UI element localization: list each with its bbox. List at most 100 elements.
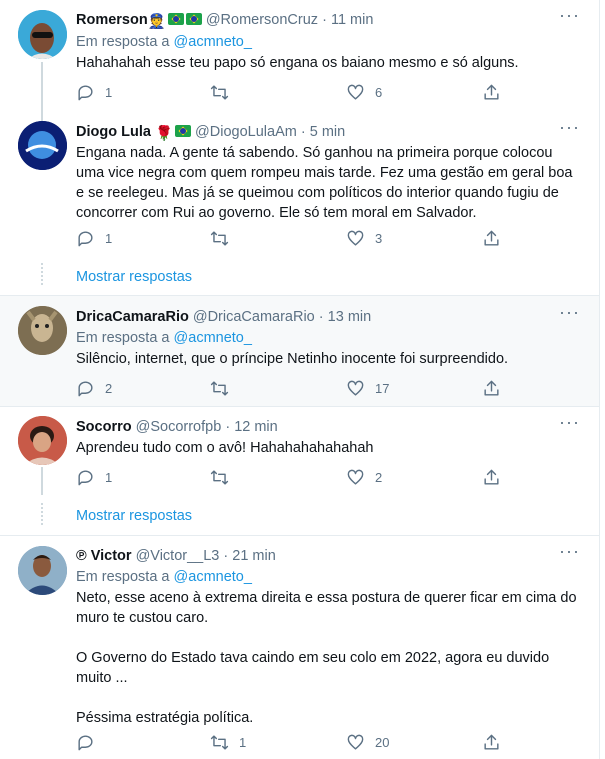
tweet-text-line: Hahahahah esse teu papo só engana os bai… — [76, 55, 519, 71]
display-name[interactable]: Romerson — [76, 12, 148, 28]
heart-icon — [347, 734, 364, 750]
share-button[interactable] — [482, 227, 501, 249]
heart-icon — [347, 380, 364, 396]
police-officer-icon: 👮 — [147, 14, 166, 30]
avatar[interactable] — [18, 306, 67, 355]
like-count: 20 — [375, 734, 390, 750]
share-button[interactable] — [482, 466, 501, 488]
retweet-icon — [210, 230, 229, 246]
more-options-icon[interactable]: ··· — [559, 303, 579, 325]
reply-button[interactable]: 1 — [76, 466, 112, 488]
share-button[interactable] — [482, 377, 501, 399]
reply-icon — [78, 469, 93, 485]
reply-mention-link[interactable]: @acmneto_ — [174, 330, 252, 346]
thread-line — [41, 467, 43, 495]
avatar-photo — [18, 10, 67, 59]
like-button[interactable]: 17 — [346, 377, 389, 399]
reply-button[interactable]: 1 — [76, 81, 112, 103]
reply-button[interactable]: 2 — [76, 377, 112, 399]
reply-button[interactable]: 1 — [76, 227, 112, 249]
share-button[interactable] — [482, 731, 501, 753]
show-replies-link[interactable]: Mostrar respostas — [76, 508, 192, 524]
avatar[interactable] — [18, 10, 67, 59]
reply-mention-link[interactable]: @acmneto_ — [174, 34, 252, 50]
reply-mention-link[interactable]: @acmneto_ — [174, 569, 252, 585]
thread-line — [41, 113, 43, 121]
separator: · — [223, 548, 229, 564]
handle[interactable]: @RomersonCruz — [206, 12, 318, 28]
more-options-icon[interactable]: ··· — [559, 6, 579, 28]
tweet-text-line: Silêncio, internet, que o príncipe Netin… — [76, 351, 509, 367]
separator: · — [322, 12, 327, 28]
like-button[interactable]: 20 — [346, 731, 389, 753]
like-button[interactable]: 3 — [346, 227, 382, 249]
display-name[interactable]: Diogo Lula — [76, 124, 151, 140]
tweet-text-line: O Governo do Estado tava caindo em seu c… — [76, 650, 550, 666]
tweet-text-line: muito ... — [76, 670, 128, 686]
reply-icon — [78, 380, 93, 396]
avatar[interactable] — [18, 121, 67, 170]
retweet-button[interactable]: 1 — [210, 731, 246, 753]
tweet-text-blank — [76, 688, 588, 708]
show-replies-link[interactable]: Mostrar respostas — [76, 269, 192, 285]
retweet-icon — [210, 469, 229, 485]
tweet-text-line: Engana nada. A gente tá sabendo. Só ganh… — [76, 145, 553, 161]
display-name[interactable]: DricaCamaraRio — [76, 309, 189, 325]
timestamp[interactable]: 11 min — [331, 12, 373, 28]
more-options-icon[interactable]: ··· — [559, 118, 579, 140]
tweet-dricacamarario[interactable]: DricaCamaraRio @DricaCamaraRio · 13 min … — [0, 296, 600, 406]
separator: · — [300, 124, 306, 140]
like-count: 17 — [375, 380, 390, 396]
timestamp[interactable]: 13 min — [328, 309, 372, 325]
retweet-button[interactable] — [210, 466, 239, 488]
reply-count: 1 — [105, 84, 113, 100]
more-options-icon[interactable]: ··· — [559, 413, 579, 435]
handle[interactable]: @DricaCamaraRio — [193, 309, 315, 325]
tweet-text: Engana nada. A gente tá sabendo. Só ganh… — [76, 143, 588, 223]
reply-prefix: Em resposta a — [76, 330, 170, 346]
display-name[interactable]: ℗ Victor — [76, 548, 132, 564]
reply-button[interactable] — [76, 731, 105, 753]
reply-icon — [78, 734, 93, 750]
retweet-icon — [210, 734, 229, 750]
display-name[interactable]: Socorro — [76, 419, 132, 435]
tweet-text: Hahahahah esse teu papo só engana os bai… — [76, 53, 588, 73]
retweet-button[interactable] — [210, 227, 239, 249]
tweet-actions: 1 2 — [76, 466, 506, 488]
tweet-text-line: muro te custou caro. — [76, 610, 209, 626]
timestamp[interactable]: 5 min — [310, 124, 345, 140]
reply-icon — [78, 84, 93, 100]
tweet-socorro[interactable]: Socorro @Socorrofpb · 12 min ··· Aprende… — [0, 407, 600, 535]
like-count: 2 — [375, 469, 383, 485]
handle[interactable]: @Victor__L3 — [136, 548, 220, 564]
more-options-icon[interactable]: ··· — [559, 542, 579, 564]
timestamp[interactable]: 21 min — [232, 548, 276, 564]
share-button[interactable] — [482, 81, 501, 103]
like-button[interactable]: 6 — [346, 81, 382, 103]
heart-icon — [347, 230, 364, 246]
avatar[interactable] — [18, 546, 67, 595]
handle[interactable]: @Socorrofpb — [136, 419, 222, 435]
separator: · — [318, 309, 324, 325]
avatar[interactable] — [18, 416, 67, 465]
reply-count: 1 — [105, 469, 113, 485]
tweet-actions: 1 6 — [76, 81, 506, 103]
reply-count: 1 — [105, 230, 113, 246]
retweet-button[interactable] — [210, 377, 239, 399]
tweet-victor[interactable]: ℗ Victor @Victor__L3 · 21 min ··· Em res… — [0, 536, 600, 759]
retweet-button[interactable] — [210, 81, 239, 103]
handle[interactable]: @DiogoLulaAm — [195, 124, 297, 140]
avatar-photo — [18, 546, 67, 595]
retweet-icon — [210, 380, 229, 396]
avatar-photo — [18, 121, 67, 170]
share-icon — [484, 84, 499, 100]
like-button[interactable]: 2 — [346, 466, 382, 488]
brazil-flag-icon — [175, 125, 192, 137]
tweet-text: Neto, esse aceno à extrema direita e ess… — [76, 588, 588, 728]
share-icon — [484, 230, 499, 246]
tweet-text-line: Péssima estratégia política. — [76, 710, 254, 726]
tweet-romerson[interactable]: Romerson👮 @RomersonCruz · 11 min ··· Em … — [0, 0, 600, 114]
retweet-count: 1 — [239, 734, 247, 750]
tweet-diogo-lula[interactable]: Diogo Lula 🌹 @DiogoLulaAm · 5 min ··· En… — [0, 113, 600, 295]
timestamp[interactable]: 12 min — [234, 419, 278, 435]
